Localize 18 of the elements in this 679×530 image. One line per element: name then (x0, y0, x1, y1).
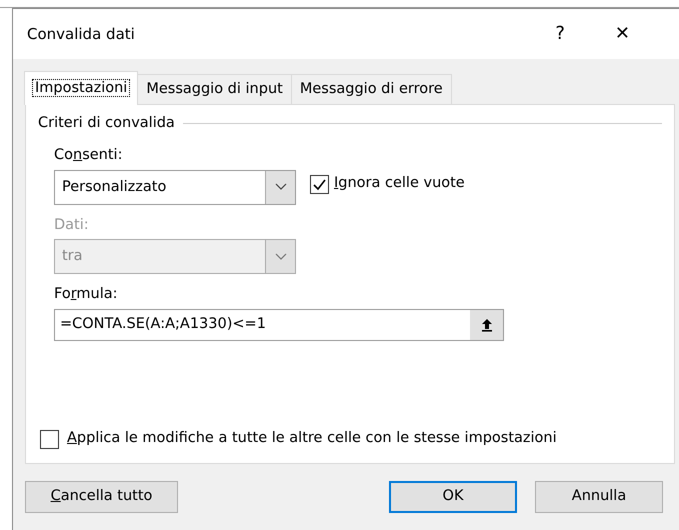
field-label: Consenti: (54, 146, 124, 165)
group-title: Criteri di convalida (38, 114, 175, 133)
ignore-blank-checkbox[interactable]: Ignora celle vuote (310, 173, 465, 195)
tab[interactable]: Impostazioni (24, 71, 138, 105)
field-label: Dati: (54, 216, 90, 234)
dialog-button[interactable]: OK (389, 481, 517, 513)
chevron-down-icon (274, 252, 286, 261)
apply-all-checkbox[interactable]: Applica le modifiche a tutte le altre celle con le stesse impostazioni (40, 428, 557, 450)
help-button[interactable]: ? (555, 25, 565, 43)
checkmark-icon (312, 176, 327, 192)
window-title: Convalida dati (27, 24, 135, 45)
field-label: Formula: (54, 285, 119, 304)
close-button[interactable]: ✕ (614, 25, 630, 43)
dropdown[interactable]: Personalizzato (54, 170, 296, 204)
dialog-button[interactable]: Annulla (535, 481, 663, 513)
chevron-down-icon (274, 183, 286, 191)
tab[interactable]: Messaggio di errore (290, 74, 452, 105)
dialog-button[interactable]: Cancella tutto (25, 481, 178, 513)
